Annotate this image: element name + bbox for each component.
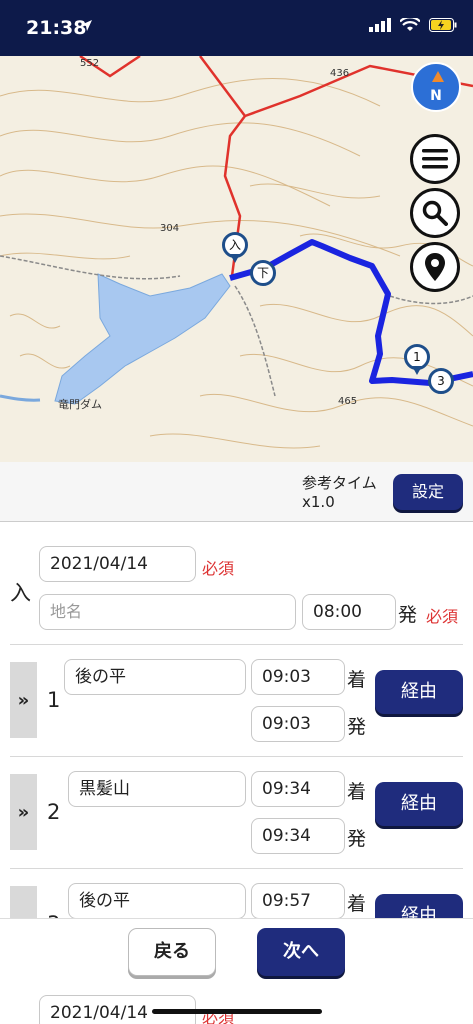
marker-tail bbox=[412, 366, 422, 375]
next-button[interactable]: 次へ bbox=[257, 928, 345, 976]
waypoint-marker-label: 3 bbox=[428, 368, 454, 394]
double-chevron-icon: » bbox=[17, 801, 30, 823]
drag-handle[interactable]: » bbox=[10, 662, 37, 738]
search-icon bbox=[422, 200, 448, 226]
descend-marker-label: 下 bbox=[250, 260, 276, 286]
height-label: 465 bbox=[338, 396, 358, 407]
home-indicator[interactable] bbox=[152, 1009, 322, 1014]
via-button[interactable]: 経由 bbox=[375, 782, 463, 826]
waypoint-name-field[interactable]: 後の平 bbox=[68, 883, 246, 918]
bottom-action-bar: 戻る 次へ 2021/04/14 必須 bbox=[0, 918, 473, 1024]
status-time: 21:38 bbox=[26, 17, 87, 39]
place-name-input[interactable]: 地名 bbox=[39, 594, 296, 630]
reference-time-multiplier: x1.0 bbox=[302, 493, 335, 511]
wifi-icon bbox=[400, 18, 420, 31]
descend-marker[interactable]: 下 bbox=[250, 260, 278, 288]
arrive-label: 着 bbox=[347, 669, 367, 691]
dam-label: 竜門ダム bbox=[58, 398, 102, 411]
divider bbox=[10, 868, 463, 869]
battery-charging-icon bbox=[429, 18, 457, 32]
via-button[interactable]: 経由 bbox=[375, 670, 463, 714]
marker-tail bbox=[230, 254, 240, 263]
route-form: 入 2021/04/14 必須 地名 08:00 発 必須 » 1 後の平 09… bbox=[0, 522, 473, 918]
arrive-label: 着 bbox=[347, 893, 367, 915]
topo-map[interactable]: 552 436 304 465 竜門ダム 入 下 1 3 N bbox=[0, 56, 473, 462]
map-pin-icon bbox=[425, 253, 445, 281]
hamburger-icon bbox=[422, 149, 448, 169]
depart-label: 発 bbox=[347, 828, 367, 850]
location-arrow-icon bbox=[81, 20, 92, 31]
waypoint-number: 2 bbox=[47, 800, 61, 824]
current-location-button[interactable] bbox=[410, 242, 460, 292]
waypoint-name-field[interactable]: 後の平 bbox=[64, 659, 246, 695]
depart-time-field[interactable]: 09:03 bbox=[251, 706, 345, 742]
required-label: 必須 bbox=[202, 559, 235, 578]
depart-label: 発 bbox=[347, 716, 367, 738]
entry-side-label: 入 bbox=[10, 581, 31, 605]
entry-time-field[interactable]: 08:00 bbox=[302, 594, 396, 630]
divider bbox=[10, 644, 463, 645]
entry-date-field[interactable]: 2021/04/14 bbox=[39, 546, 196, 582]
menu-button[interactable] bbox=[410, 134, 460, 184]
drag-handle[interactable]: » bbox=[10, 774, 37, 850]
reference-time-bar: 参考タイム x1.0 設定 bbox=[0, 462, 473, 522]
waypoint-marker-3[interactable]: 3 bbox=[428, 368, 456, 396]
entry-marker[interactable]: 入 bbox=[222, 232, 250, 263]
reference-time-title: 参考タイム bbox=[302, 474, 377, 492]
depart-label: 発 bbox=[398, 604, 418, 626]
arrive-time-field[interactable]: 09:03 bbox=[251, 659, 345, 695]
height-label: 436 bbox=[330, 68, 350, 79]
map-search-button[interactable] bbox=[410, 188, 460, 238]
divider bbox=[10, 756, 463, 757]
arrive-time-field[interactable]: 09:57 bbox=[251, 883, 345, 918]
double-chevron-icon: » bbox=[17, 689, 30, 711]
reference-time-label: 参考タイム x1.0 bbox=[302, 474, 377, 512]
required-label: 必須 bbox=[202, 1008, 235, 1024]
drag-handle[interactable]: » bbox=[10, 886, 37, 918]
depart-time-field[interactable]: 09:34 bbox=[251, 818, 345, 854]
required-label: 必須 bbox=[426, 607, 459, 626]
waypoint-number: 1 bbox=[47, 688, 61, 712]
height-label: 304 bbox=[160, 223, 180, 234]
waypoint-name-field[interactable]: 黒髪山 bbox=[68, 771, 246, 807]
height-label: 552 bbox=[80, 58, 100, 69]
compass-label: N bbox=[430, 88, 442, 104]
status-bar: 21:38 bbox=[0, 0, 473, 56]
compass-button[interactable]: N bbox=[411, 62, 461, 112]
settings-button[interactable]: 設定 bbox=[393, 474, 463, 510]
via-button[interactable]: 経由 bbox=[375, 894, 463, 918]
cellular-signal-icon bbox=[369, 18, 391, 32]
lake bbox=[54, 273, 231, 405]
arrive-label: 着 bbox=[347, 781, 367, 803]
arrive-time-field[interactable]: 09:34 bbox=[251, 771, 345, 807]
north-arrow-icon bbox=[432, 71, 444, 82]
back-button[interactable]: 戻る bbox=[128, 928, 216, 976]
